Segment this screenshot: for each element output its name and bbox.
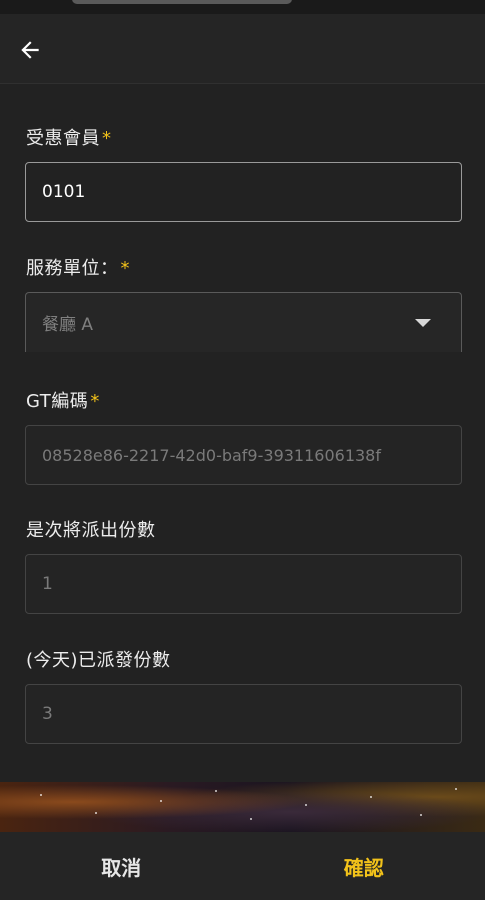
unit-label-text: 服務單位： [26,258,119,279]
quantity-label: 是次將派出份數 [26,516,156,542]
arrow-left-icon [21,41,39,59]
member-input-value: 0101 [42,182,86,202]
status-bar [0,0,485,14]
unit-select[interactable]: 餐廳 A [25,292,462,352]
bottom-action-bar: 取消 確認 [0,832,485,900]
caret-down-icon [415,319,431,327]
back-button[interactable] [10,30,50,70]
member-label-text: 受惠會員 [26,128,100,149]
gt-code-label-text: GT編碼 [26,391,89,412]
gt-code-label: GT編碼 * [26,387,100,413]
unit-select-value: 餐廳 A [42,315,94,335]
star-decoration [305,804,307,806]
today-sent-label-text: (今天)已派發份數 [26,650,171,671]
quantity-label-text: 是次將派出份數 [26,520,156,541]
app-bar [0,14,485,84]
star-decoration [370,796,372,798]
required-mark: * [90,391,100,412]
quantity-value: 1 [42,574,53,594]
member-input[interactable]: 0101 [25,162,462,222]
star-decoration [215,790,217,792]
star-decoration [95,812,97,814]
starfield-banner [0,782,485,832]
required-mark: * [120,258,130,279]
gt-code-field: 08528e86-2217-42d0-baf9-39311606138f [25,425,462,485]
star-decoration [40,794,42,796]
star-decoration [420,814,422,816]
today-sent-value: 3 [42,704,53,724]
star-decoration [250,818,252,820]
status-bar-pill [72,0,292,4]
quantity-field: 1 [25,554,462,614]
star-decoration [160,800,162,802]
star-decoration [455,788,457,790]
required-mark: * [102,128,112,149]
today-sent-label: (今天)已派發份數 [26,646,171,672]
member-label: 受惠會員 * [26,124,112,150]
gt-code-value: 08528e86-2217-42d0-baf9-39311606138f [42,445,381,465]
confirm-button[interactable]: 確認 [243,832,485,900]
unit-label: 服務單位： * [26,254,130,280]
cancel-button[interactable]: 取消 [0,832,243,900]
today-sent-field: 3 [25,684,462,744]
